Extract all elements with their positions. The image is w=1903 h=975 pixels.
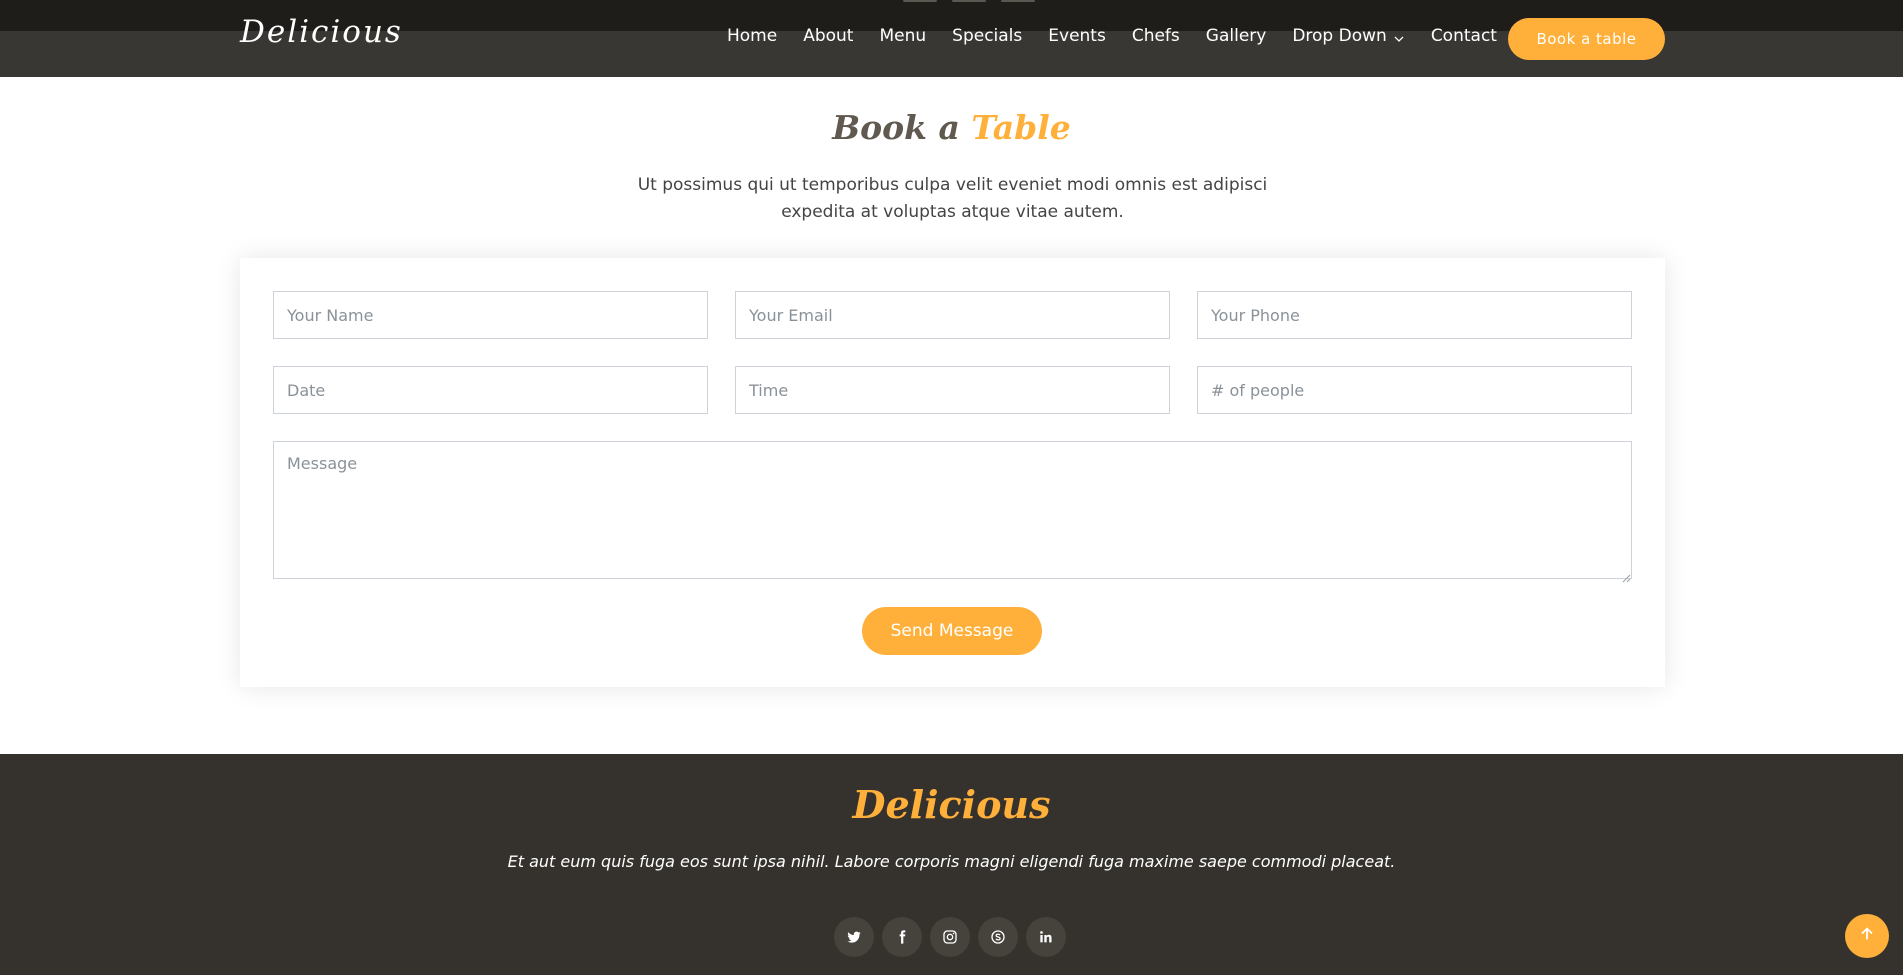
- book-table-button[interactable]: Book a table: [1508, 18, 1665, 60]
- arrow-up-icon: [1858, 925, 1876, 947]
- chevron-down-icon: [1393, 30, 1405, 42]
- nav-item-dropdown[interactable]: Drop Down: [1292, 26, 1404, 46]
- email-input[interactable]: [735, 291, 1170, 339]
- section-title: Book a Table: [0, 108, 1903, 147]
- date-input[interactable]: [273, 366, 708, 414]
- skype-icon[interactable]: [978, 917, 1018, 957]
- resize-handle-icon[interactable]: [1621, 568, 1631, 583]
- twitter-icon[interactable]: [834, 917, 874, 957]
- section-title-main: Book a: [832, 108, 972, 147]
- name-input[interactable]: [273, 291, 708, 339]
- nav-item-label: Specials: [952, 26, 1023, 46]
- booking-form: Send Message: [240, 258, 1665, 687]
- nav-item-label: About: [803, 26, 854, 46]
- nav-item-specials[interactable]: Specials: [952, 26, 1022, 46]
- nav-item-label: Contact: [1430, 26, 1497, 46]
- site-logo[interactable]: Delicious: [240, 14, 403, 50]
- nav-item-home[interactable]: Home: [727, 26, 777, 46]
- section-title-accent: Table: [971, 108, 1071, 147]
- nav-item-label: Gallery: [1205, 26, 1267, 46]
- section-subtitle: Ut possimus qui ut temporibus culpa veli…: [637, 175, 1268, 222]
- nav-item-menu[interactable]: Menu: [879, 26, 926, 46]
- message-textarea[interactable]: [273, 441, 1632, 579]
- nav-item-label: Chefs: [1131, 26, 1180, 46]
- send-message-button[interactable]: Send Message: [862, 607, 1042, 655]
- footer-tagline: Et aut eum quis fuga eos sunt ipsa nihil…: [507, 852, 1396, 871]
- nav-item-label: Events: [1048, 26, 1106, 46]
- footer-logo: Delicious: [852, 782, 1051, 827]
- time-input[interactable]: [735, 366, 1170, 414]
- nav-item-events[interactable]: Events: [1048, 26, 1106, 46]
- nav-item-gallery[interactable]: Gallery: [1206, 26, 1267, 46]
- phone-input[interactable]: [1197, 291, 1632, 339]
- site-header: Delicious Home About Menu Specials Event…: [0, 0, 1903, 77]
- social-links: [834, 917, 1074, 957]
- nav-item-label: Home: [727, 26, 778, 46]
- nav-item-label: Menu: [879, 26, 927, 46]
- linkedin-icon[interactable]: [1026, 917, 1066, 957]
- nav-item-chefs[interactable]: Chefs: [1132, 26, 1180, 46]
- nav-item-about[interactable]: About: [803, 26, 853, 46]
- people-input[interactable]: [1197, 366, 1632, 414]
- facebook-icon[interactable]: [882, 917, 922, 957]
- main-nav: Home About Menu Specials Events Chefs Ga…: [727, 26, 1523, 46]
- site-footer: Delicious Et aut eum quis fuga eos sunt …: [0, 754, 1903, 975]
- instagram-icon[interactable]: [930, 917, 970, 957]
- nav-item-contact[interactable]: Contact: [1431, 26, 1497, 46]
- nav-item-label: Drop Down: [1292, 26, 1387, 46]
- back-to-top-button[interactable]: [1845, 914, 1889, 958]
